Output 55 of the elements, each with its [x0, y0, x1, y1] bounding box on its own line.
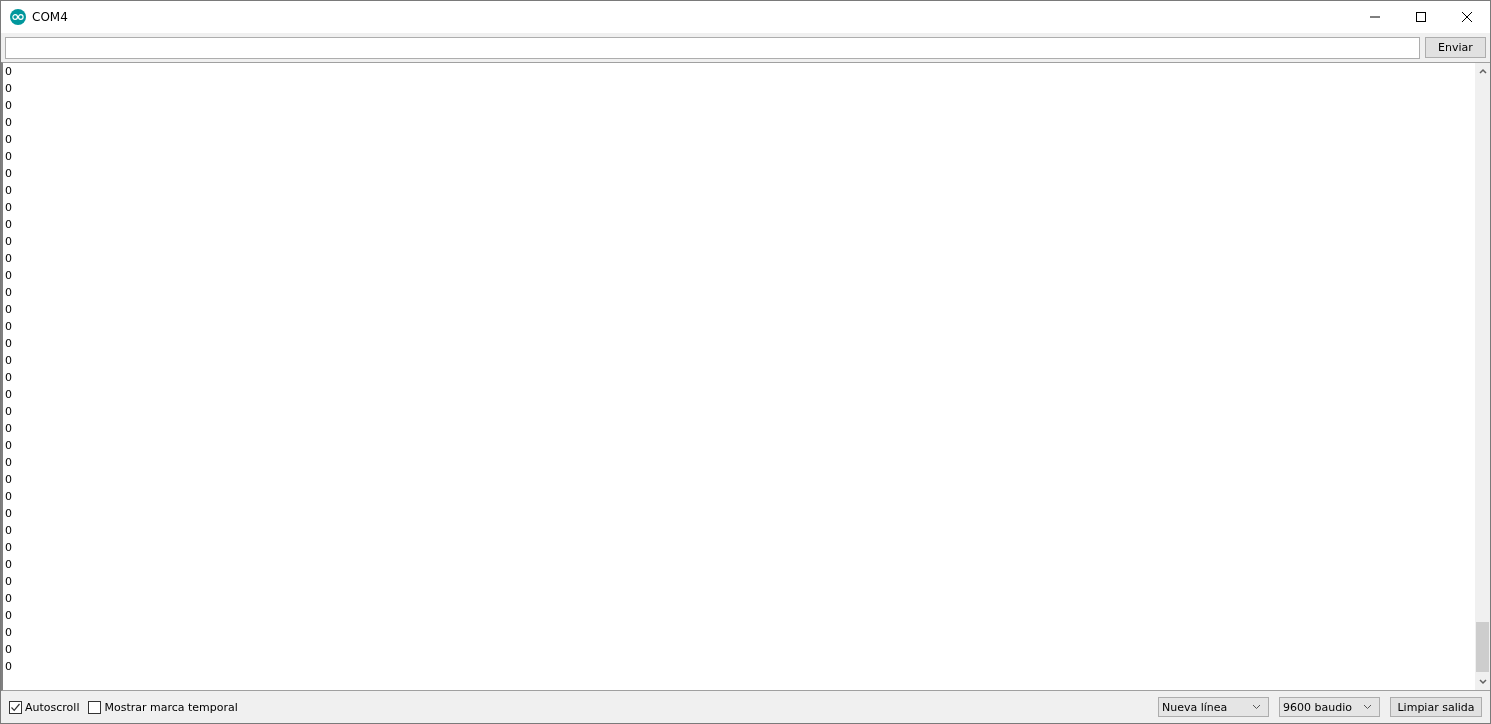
close-icon[interactable]: [1461, 11, 1473, 23]
output-line: 0: [5, 218, 12, 233]
output-line: 0: [5, 150, 12, 165]
output-line: 0: [5, 575, 12, 590]
output-line: 0: [5, 626, 12, 641]
output-line: 0: [5, 660, 12, 675]
chevron-down-icon: [1363, 704, 1372, 710]
output-line: 0: [5, 507, 12, 522]
line-ending-dropdown[interactable]: Nueva línea: [1158, 697, 1269, 717]
scroll-up-icon[interactable]: [1478, 68, 1487, 74]
chevron-down-icon: [1252, 704, 1261, 710]
output-line: 0: [5, 82, 12, 97]
output-line: 0: [5, 422, 12, 437]
checkbox[interactable]: [9, 700, 22, 714]
output-line: 0: [5, 65, 12, 80]
output-line: 0: [5, 643, 12, 658]
output-line: 0: [5, 609, 12, 624]
output-line: 0: [5, 371, 12, 386]
output-line: 0: [5, 269, 12, 284]
output-line: 0: [5, 558, 12, 573]
app-logo-icon: [10, 9, 26, 25]
output-line: 0: [5, 456, 12, 471]
output-line: 0: [5, 133, 12, 148]
scrollbar[interactable]: [1475, 63, 1490, 690]
checkbox[interactable]: [88, 700, 102, 714]
output-line: 0: [5, 541, 12, 556]
output-line: 0: [5, 524, 12, 539]
output-line: 0: [5, 388, 12, 403]
baud-rate-dropdown[interactable]: 9600 baudio: [1279, 697, 1380, 717]
output-line: 0: [5, 184, 12, 199]
scroll-down-icon[interactable]: [1478, 679, 1487, 685]
output-line: 0: [5, 252, 12, 267]
output-line: 0: [5, 473, 12, 488]
output-line: 0: [5, 490, 12, 505]
output-line: 0: [5, 405, 12, 420]
clear-output-button[interactable]: Limpiar salida: [1390, 697, 1482, 717]
output-line: 0: [5, 286, 12, 301]
window-title: COM4: [32, 10, 68, 24]
output-line: 0: [5, 116, 12, 131]
output-line: 0: [5, 592, 12, 607]
output-line: 0: [5, 201, 12, 216]
output-line: 0: [5, 354, 12, 369]
output-line: 0: [5, 337, 12, 352]
maximize-icon[interactable]: [1415, 11, 1427, 23]
checkbox-label[interactable]: Autoscroll: [25, 700, 80, 714]
output-line: 0: [5, 303, 12, 318]
output-line: 0: [5, 99, 12, 114]
output-line: 0: [5, 439, 12, 454]
output-line: 0: [5, 320, 12, 335]
output-line: 0: [5, 167, 12, 182]
output-line: 0: [5, 235, 12, 250]
checkbox-label[interactable]: Mostrar marca temporal: [104, 700, 238, 714]
scrollbar-thumb[interactable]: [1476, 622, 1489, 672]
send-button[interactable]: Enviar: [1425, 37, 1486, 58]
send-input-field[interactable]: [5, 36, 1420, 59]
